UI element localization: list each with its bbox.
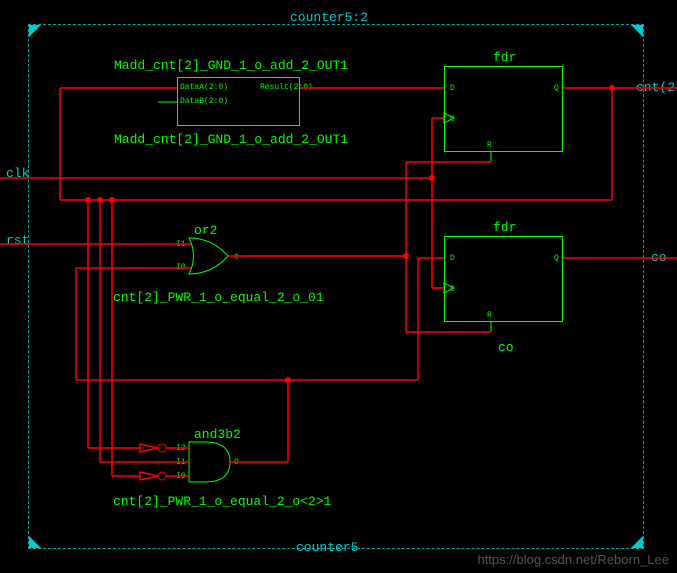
- schematic-svg: [0, 0, 677, 573]
- or2-gate-icon: [189, 238, 228, 274]
- and3b2-gate-icon: [189, 442, 230, 482]
- watermark: https://blog.csdn.net/Reborn_Lee: [477, 552, 669, 567]
